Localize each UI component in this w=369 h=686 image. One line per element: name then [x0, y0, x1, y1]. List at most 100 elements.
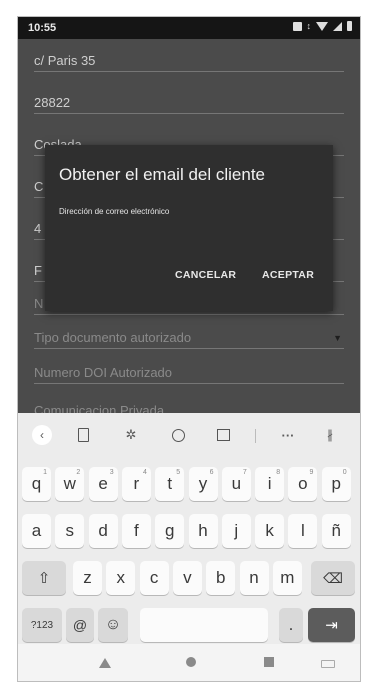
signal-icon — [333, 21, 342, 31]
key-label: u — [231, 474, 242, 493]
status-bar: 10:55 ↕ — [18, 17, 360, 39]
dropdown-arrow-icon: ▼ — [333, 333, 342, 343]
key-d[interactable]: d — [88, 514, 118, 548]
key-l[interactable]: l — [288, 514, 318, 548]
nav-home-icon[interactable] — [186, 657, 196, 667]
more-icon[interactable]: ··· — [278, 425, 298, 445]
key-label: o — [298, 474, 308, 493]
key-label: p — [331, 474, 341, 493]
space-bar[interactable] — [140, 608, 268, 642]
key-number-hint: 9 — [309, 469, 314, 476]
keyboard: ‹ ✲ ··· ∦ q1w2e3r4t5y6u7i8o9p0 asdfghjkl… — [18, 413, 360, 644]
key-label: y — [198, 474, 208, 493]
doi-number-field[interactable]: Numero DOI Autorizado — [34, 365, 344, 384]
screenshot-icon[interactable] — [213, 425, 233, 445]
key-v[interactable]: v — [172, 561, 202, 595]
mic-off-icon[interactable]: ∦ — [320, 425, 340, 445]
wifi-icon — [316, 21, 328, 31]
key-label: m — [280, 568, 295, 587]
key-number-hint: 0 — [342, 469, 347, 476]
key-ñ[interactable]: ñ — [321, 514, 351, 548]
key-label: b — [215, 568, 226, 587]
key-z[interactable]: z — [73, 561, 102, 595]
key-s[interactable]: s — [55, 514, 85, 548]
key-label: a — [31, 521, 42, 540]
key-number-hint: 6 — [209, 469, 214, 476]
key-label: l — [301, 521, 305, 540]
key-label: s — [65, 521, 75, 540]
key-u[interactable]: u7 — [221, 467, 251, 501]
key-m[interactable]: m — [272, 561, 302, 595]
clipboard-icon[interactable] — [73, 425, 93, 445]
key-label: r — [133, 474, 140, 493]
key-e[interactable]: e3 — [88, 467, 118, 501]
at-key[interactable]: @ — [66, 608, 94, 642]
key-number-hint: 7 — [242, 469, 247, 476]
period-key[interactable]: . — [279, 608, 303, 642]
key-label: ñ — [331, 521, 341, 540]
key-q[interactable]: q1 — [22, 467, 51, 501]
key-number-hint: 8 — [276, 469, 281, 476]
keyboard-toolbar: ‹ ✲ ··· ∦ — [18, 413, 360, 457]
nav-recents-icon[interactable] — [264, 657, 274, 667]
cancel-button[interactable]: CANCELAR — [175, 269, 236, 281]
key-label: g — [164, 521, 175, 540]
key-f[interactable]: f — [121, 514, 151, 548]
key-r[interactable]: r4 — [121, 467, 151, 501]
keyboard-hide-icon[interactable] — [321, 660, 335, 668]
key-label: t — [167, 474, 173, 493]
key-label: d — [98, 521, 108, 540]
backspace-key[interactable]: ⌫ — [311, 561, 355, 595]
key-label: w — [63, 474, 76, 493]
key-b[interactable]: b — [206, 561, 236, 595]
navigation-bar — [18, 644, 360, 681]
dialog-title: Obtener el email del cliente — [59, 165, 266, 184]
phone-screen: 10:55 ↕ c/ Paris 35 28822 Coslada C 4 F … — [17, 16, 361, 682]
key-label: q — [31, 474, 42, 493]
key-label: c — [149, 568, 159, 587]
battery-icon — [347, 21, 352, 31]
key-p[interactable]: p0 — [321, 467, 351, 501]
key-o[interactable]: o9 — [288, 467, 318, 501]
key-number-hint: 3 — [109, 469, 114, 476]
key-j[interactable]: j — [221, 514, 251, 548]
key-label: k — [265, 521, 274, 540]
key-label: h — [198, 521, 208, 540]
key-h[interactable]: h — [188, 514, 218, 548]
key-x[interactable]: x — [106, 561, 136, 595]
back-icon[interactable]: ‹ — [32, 425, 52, 445]
key-a[interactable]: a — [22, 514, 51, 548]
key-i[interactable]: i8 — [255, 467, 285, 501]
toolbar-divider — [255, 429, 256, 443]
key-number-hint: 5 — [176, 469, 181, 476]
key-label: n — [249, 568, 259, 587]
key-g[interactable]: g — [155, 514, 185, 548]
address-field[interactable]: c/ Paris 35 — [34, 53, 344, 72]
key-label: x — [116, 568, 126, 587]
email-dialog: Obtener el email del cliente Dirección d… — [45, 145, 333, 311]
key-number-hint: 1 — [43, 469, 47, 476]
settings-icon[interactable]: ✲ — [121, 425, 141, 445]
shift-key[interactable]: ⇧ — [22, 561, 66, 595]
key-label: e — [98, 474, 108, 493]
nav-back-icon[interactable] — [99, 658, 111, 668]
key-label: z — [83, 568, 92, 587]
emoji-key[interactable]: ☺ — [98, 608, 128, 642]
key-number-hint: 2 — [76, 469, 81, 476]
key-n[interactable]: n — [239, 561, 269, 595]
key-c[interactable]: c — [139, 561, 169, 595]
email-input[interactable]: Dirección de correo electrónico — [59, 207, 169, 216]
postal-code-field[interactable]: 28822 — [34, 95, 344, 114]
key-k[interactable]: k — [255, 514, 285, 548]
vibrate-icon: ↕ — [306, 21, 312, 31]
document-type-dropdown[interactable]: Tipo documento autorizado — [34, 330, 344, 349]
next-key[interactable]: ⇥ — [308, 608, 355, 642]
palette-icon[interactable] — [168, 425, 188, 445]
accept-button[interactable]: ACEPTAR — [262, 269, 314, 281]
key-w[interactable]: w2 — [55, 467, 85, 501]
key-number-hint: 4 — [142, 469, 147, 476]
status-time: 10:55 — [28, 22, 57, 34]
key-t[interactable]: t5 — [155, 467, 185, 501]
symbols-key[interactable]: ?123 — [22, 608, 62, 642]
key-y[interactable]: y6 — [188, 467, 218, 501]
